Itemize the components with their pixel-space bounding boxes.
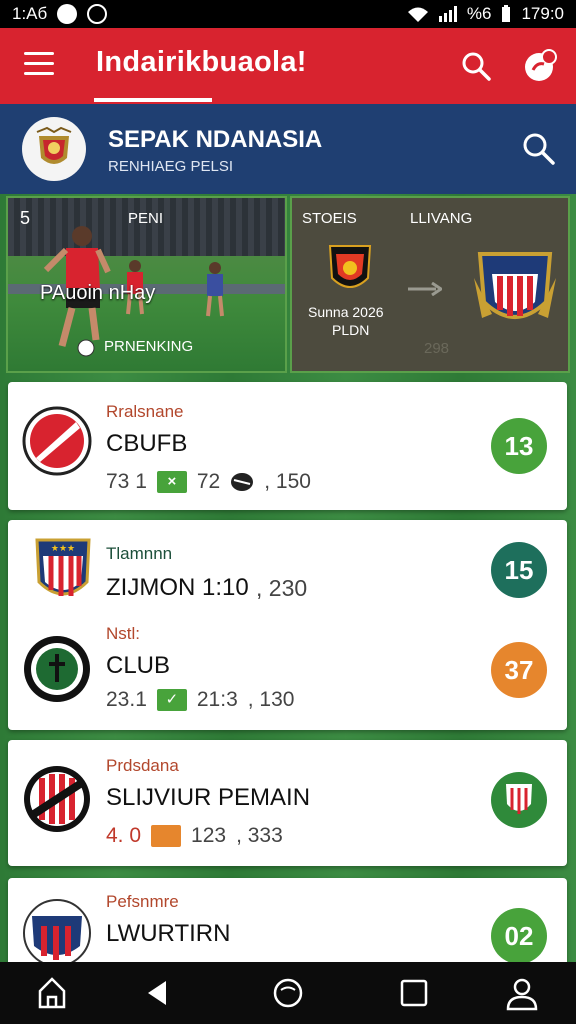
signal-icon — [438, 6, 457, 22]
match-label-left: STOEIS — [302, 210, 357, 227]
notification-icon[interactable] — [522, 48, 558, 84]
hero-overlay-text: PAuoin nHay — [40, 282, 156, 304]
stat-value: 21:3 — [196, 688, 238, 711]
back-icon[interactable] — [140, 975, 176, 1011]
app-bar: Indairikbuaola! — [0, 28, 576, 104]
team-stats: 4. 0 123 , 333 — [106, 824, 283, 848]
stat-value: 73 1 — [106, 470, 147, 493]
team-kicker: Tlamnnn — [106, 544, 173, 563]
search-icon[interactable] — [460, 50, 492, 82]
stat-chip — [151, 825, 182, 847]
black-red-crest-icon — [24, 766, 90, 832]
score-badge-crest — [491, 772, 547, 828]
navigation-bar — [0, 962, 576, 1024]
stat-value: , 130 — [247, 688, 295, 711]
status-time-left: 1:Aб — [12, 4, 48, 23]
home-icon[interactable] — [34, 975, 70, 1011]
match-faded-number: 298 — [424, 340, 450, 357]
team-name: CLUB — [106, 652, 171, 679]
stat-value: 72 — [196, 470, 221, 493]
battery-text: %6 — [466, 4, 492, 23]
title-tab-indicator — [94, 98, 212, 102]
stat-value: , 230 — [256, 575, 308, 601]
stat-value: 23.1 — [106, 688, 147, 711]
stat-value: , 333 — [236, 824, 283, 847]
league-crest-icon[interactable] — [22, 117, 86, 181]
hero-bottom-label: PRNENKING — [104, 338, 194, 355]
blue-red-crest-icon — [23, 899, 91, 967]
hero-player-card[interactable]: 5 PENI PAuoin nHay PRNENKING — [6, 196, 287, 373]
away-team-crest-icon — [474, 252, 556, 319]
menu-icon[interactable] — [24, 52, 54, 78]
league-title: SEPAK NDANASIA — [108, 126, 323, 153]
wifi-icon — [407, 7, 428, 22]
team-stats: 23.1 ✓ 21:3 , 130 — [106, 688, 294, 712]
match-label-right: LLIVANG — [410, 210, 473, 227]
arrow-right-icon — [408, 282, 442, 296]
hero-match-card[interactable]: STOEIS LLIVANG Sunna 2026 PLDN 298 — [290, 196, 570, 373]
team-kicker: Nstl: — [106, 624, 140, 643]
team-name: ZIJMON 1:10 — [106, 574, 249, 601]
shield-icon — [506, 784, 532, 814]
status-app-icon — [57, 4, 78, 24]
hero-number: 5 — [20, 208, 31, 228]
app-title: Indairikbuaola! — [96, 46, 307, 78]
score-badge: 37 — [491, 642, 547, 698]
player-figure — [206, 262, 224, 317]
team-card[interactable]: ★★★ Tlamnnn ZIJMON 1:10 , 230 15 Nstl: C… — [8, 520, 567, 730]
svg-text:★★★: ★★★ — [51, 544, 75, 554]
green-black-crest-icon — [24, 636, 90, 702]
score-badge: 02 — [491, 908, 547, 964]
team-kicker: Pefsnmre — [106, 892, 179, 911]
search-icon[interactable] — [520, 130, 556, 166]
square-icon[interactable] — [396, 975, 432, 1011]
team-card[interactable]: Prdsdana SLIJVIUR PEMAIN 4. 0 123 , 333 — [8, 740, 567, 866]
red-white-crest-icon — [22, 406, 92, 476]
stat-chip: × — [156, 471, 187, 493]
score-badge: 15 — [491, 542, 547, 598]
red-white-stripes-crest-icon: ★★★ — [35, 538, 91, 596]
stat-value: , 150 — [264, 470, 311, 493]
stat-value: 123 — [191, 824, 227, 847]
ball-icon — [231, 473, 254, 491]
match-text: Sunna 2026 — [308, 304, 384, 320]
stat-chip: ✓ — [156, 689, 187, 711]
league-subtitle: RENHIAEG PELSI — [108, 158, 234, 175]
team-kicker: Prdsdana — [106, 756, 179, 775]
home-team-crest-icon — [328, 245, 372, 288]
team-stats: 73 1 × 72 , 150 — [106, 470, 311, 494]
league-header: SEPAK NDANASIA RENHIAEG PELSI — [0, 104, 576, 194]
team-name: SLIJVIUR PEMAIN — [106, 784, 311, 811]
status-sync-icon — [87, 4, 108, 24]
battery-icon — [502, 5, 511, 22]
status-bar: 1:Aб %6 179:0 — [0, 0, 576, 28]
team-name: LWURTIRN — [106, 920, 231, 947]
stat-value: 4. 0 — [106, 824, 142, 847]
match-subtext: PLDN — [332, 322, 370, 338]
circle-icon[interactable] — [270, 975, 306, 1011]
status-time-right: 179:0 — [521, 4, 564, 23]
team-kicker: Rralsnane — [106, 402, 184, 421]
team-card[interactable]: Rralsnane CBUFB 73 1 × 72 , 150 13 — [8, 382, 567, 510]
profile-icon[interactable] — [504, 975, 540, 1011]
hero-top-label: PENI — [128, 210, 164, 227]
team-name: CBUFB — [106, 430, 188, 457]
score-badge: 13 — [491, 418, 547, 474]
